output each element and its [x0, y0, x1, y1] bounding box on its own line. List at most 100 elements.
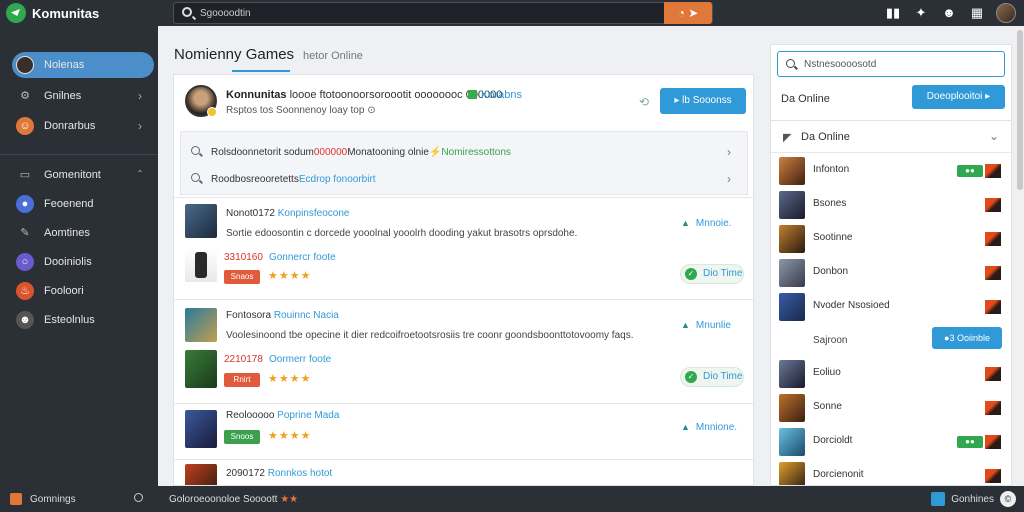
game-price-link[interactable]: Oormerr foote — [269, 354, 331, 365]
suggestion-row[interactable]: Roodbosreooretetts Ecdrop fonoorbirt › — [181, 166, 747, 192]
friend-name: Dorcioldt — [813, 435, 853, 446]
friend-row[interactable]: Infonton ●● — [771, 154, 1011, 188]
game-icon — [985, 401, 1001, 415]
post-author[interactable]: Konnunitas — [226, 89, 287, 101]
friend-row[interactable]: Sonne — [771, 391, 1011, 425]
post-action-button[interactable]: ▸ lb Sooonss — [660, 88, 746, 114]
sidebar-item-label: Aomtines — [44, 227, 90, 239]
friend-avatar — [779, 157, 805, 185]
friends-subsection: Sajroon ●3 Ooiinble — [771, 325, 1011, 355]
friend-row[interactable]: Bsones — [771, 188, 1011, 222]
tab-online[interactable]: hetor Online — [303, 50, 363, 62]
game-tag[interactable]: Mnunlie — [681, 320, 731, 331]
history-icon: ⊙ — [367, 105, 376, 116]
game-code: Reolooooo — [226, 410, 275, 421]
sidebar-item-label: Esteolnlus — [44, 314, 95, 326]
subsection-button[interactable]: ●3 Ooiinble — [932, 327, 1002, 349]
page-scrollbar[interactable] — [1016, 26, 1024, 486]
game-thumbnail[interactable] — [185, 204, 217, 238]
sidebar-item-feoenend[interactable]: ● Feoenend — [12, 191, 154, 217]
game-description: Voolesinoond tbe opecine it dier redcoif… — [226, 330, 634, 341]
game-icon — [985, 469, 1001, 483]
footer-brand-icon — [931, 492, 946, 506]
game-tag[interactable]: Mnnione. — [681, 422, 737, 433]
game-thumbnail[interactable] — [185, 308, 217, 342]
footer-right[interactable]: Gonhines © — [931, 491, 1016, 507]
game-title[interactable]: 2090172 Ronnkos hotot — [226, 468, 332, 479]
globe-icon: ● — [16, 195, 34, 213]
game-icon — [985, 300, 1001, 314]
sidebar-item-games[interactable]: ⚙ Gnilnes › — [12, 83, 154, 109]
sidebar-item-aomtines[interactable]: ✎ Aomtines — [12, 220, 154, 246]
friend-search-input[interactable] — [804, 56, 994, 72]
friends-list-header[interactable]: ◤ Da Online ⌄ — [771, 121, 1011, 153]
top-search-input[interactable] — [200, 5, 620, 21]
copyright-icon: © — [1000, 491, 1016, 507]
footer-right-label: Gonhines — [951, 493, 994, 505]
game-name: Konpinsfeocone — [277, 208, 350, 219]
game-icon — [985, 164, 1001, 178]
chevron-right-icon: › — [727, 145, 731, 159]
game-name: Poprine Mada — [277, 410, 340, 421]
sidebar-item-profile[interactable]: Nolenas — [12, 52, 154, 78]
author-avatar[interactable] — [185, 85, 217, 117]
share-icon[interactable]: ⟲ — [639, 95, 649, 109]
online-action-button[interactable]: Doeoplooitoi ▸ — [912, 85, 1005, 109]
game-badge: Snaos — [224, 270, 260, 284]
post-badge[interactable]: Korabns — [468, 89, 522, 101]
profile-avatar[interactable] — [996, 3, 1016, 23]
game-thumbnail[interactable] — [185, 464, 217, 485]
rating-stars: ★★★★ — [268, 270, 312, 282]
game-icon — [985, 232, 1001, 246]
friend-row[interactable]: Nvoder Nsosioed — [771, 290, 1011, 324]
footer-left[interactable]: Gomnings — [10, 493, 76, 505]
game-thumbnail-2[interactable] — [185, 248, 217, 282]
game-title[interactable]: Fontosora Rouinnc Nacia — [226, 310, 339, 321]
sidebar-item-label: Feoenend — [44, 198, 94, 210]
friends-list: ◤ Da Online ⌄ Infonton ●● Bsones Sootinn… — [770, 120, 1012, 486]
game-badge: Rnirt — [224, 373, 260, 387]
play-time-badge[interactable]: Dio Time — [680, 264, 744, 284]
suggestion-tag: Nomiressottons — [441, 146, 511, 158]
grid-icon[interactable]: ▦ — [968, 4, 986, 22]
online-label: Da Online — [781, 93, 830, 105]
sidebar-item-dooiniolis[interactable]: ○ Dooiniolis — [12, 249, 154, 275]
friend-row[interactable]: Sootinne — [771, 222, 1011, 256]
game-price-link[interactable]: Gonnercr foote — [269, 252, 336, 263]
game-thumbnail-2[interactable] — [185, 350, 217, 388]
friend-row[interactable]: Eoliuo — [771, 357, 1011, 391]
friend-row[interactable]: Dorcioldt ●● — [771, 425, 1011, 459]
footer-status-text: Goloroeoonoloe Soooott — [169, 494, 278, 505]
search-go-button[interactable]: ◔ ➤ — [664, 2, 712, 24]
bell-icon[interactable]: ✦ — [912, 4, 930, 22]
sidebar-item-fooloori[interactable]: ♨ Fooloori — [12, 278, 154, 304]
friend-name: Infonton — [813, 164, 850, 175]
search-icon[interactable] — [134, 493, 143, 502]
megaphone-icon: ◤ — [783, 132, 792, 144]
game-code: Nonot0172 — [226, 208, 275, 219]
sidebar-item-esteolnlus[interactable]: ☻ Esteolnlus — [12, 307, 154, 333]
friend-row[interactable]: Dorcienonit — [771, 459, 1011, 485]
friend-name: Sonne — [813, 401, 842, 412]
game-title[interactable]: Reolooooo Poprine Mada — [226, 410, 339, 421]
post-header: Konnunitas loooe ftotoonoorsoroootit ooo… — [174, 75, 753, 131]
online-status-badge: ●● — [957, 165, 983, 177]
sidebar-item-label: Gnilnes — [44, 90, 82, 102]
brand[interactable]: Komunitas — [6, 3, 99, 23]
friend-avatar — [779, 462, 805, 485]
game-icon — [985, 266, 1001, 280]
chevron-right-icon: › — [138, 119, 142, 133]
brand-logo-icon — [6, 3, 26, 23]
play-time-badge[interactable]: Dio Time — [680, 367, 744, 387]
friend-row[interactable]: Donbon — [771, 256, 1011, 290]
sidebar-item-community[interactable]: ▭ Gomenitont ˆ — [12, 162, 154, 188]
sidebar-item-donrarbus[interactable]: ☺ Donrarbus › — [12, 113, 154, 139]
chevron-right-icon: › — [727, 172, 731, 186]
book-icon[interactable]: ▮▮ — [884, 4, 902, 22]
game-title[interactable]: Nonot0172 Konpinsfeocone — [226, 208, 349, 219]
game-tag[interactable]: Mnnoie. — [681, 218, 732, 229]
user-icon[interactable]: ☻ — [940, 4, 958, 22]
scrollbar-thumb[interactable] — [1017, 30, 1023, 190]
game-thumbnail[interactable] — [185, 410, 217, 448]
suggestion-row[interactable]: Rolsdoonnetorit sodum 000000 Monatooning… — [181, 139, 747, 165]
